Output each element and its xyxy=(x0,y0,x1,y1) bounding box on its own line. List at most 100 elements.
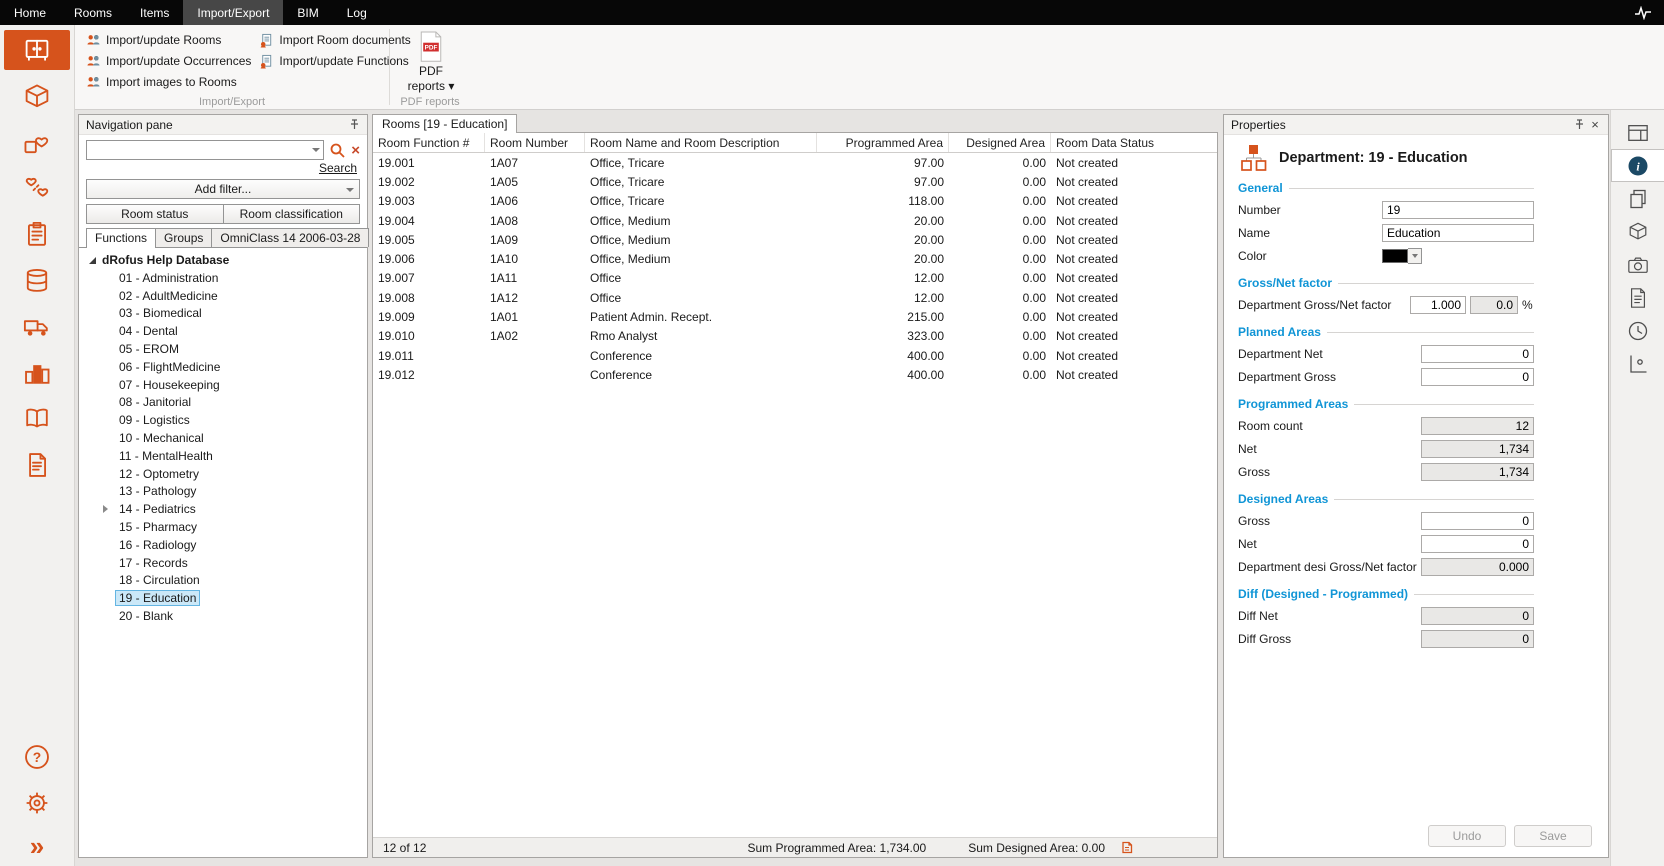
gross-net-factor-field[interactable] xyxy=(1410,296,1466,314)
settings-button[interactable] xyxy=(0,780,75,826)
designed-gross-field[interactable] xyxy=(1421,512,1534,530)
tree-item[interactable]: 07 - Housekeeping xyxy=(79,376,367,394)
activity-icon[interactable] xyxy=(1634,6,1652,20)
documents-panel-button[interactable] xyxy=(1611,182,1664,215)
search-dropdown-icon[interactable] xyxy=(312,148,320,152)
sidebar-logistics-button[interactable] xyxy=(0,304,75,350)
ribbon-button[interactable]: Import/update Rooms xyxy=(83,30,254,50)
menu-tab[interactable]: Items xyxy=(126,0,183,25)
tree-item[interactable]: 01 - Administration xyxy=(79,269,367,287)
table-row[interactable]: 19.012 Conference 400.00 0.00 Not create… xyxy=(373,365,1217,384)
layout-panel-button[interactable] xyxy=(1611,116,1664,149)
room-count-field[interactable] xyxy=(1421,417,1534,435)
table-row[interactable]: 19.006 1A10 Office, Medium 20.00 0.00 No… xyxy=(373,249,1217,268)
sidebar-reports-button[interactable] xyxy=(0,396,75,442)
plan-panel-button[interactable] xyxy=(1611,347,1664,380)
sidebar-occurrences-button[interactable] xyxy=(0,166,75,212)
diff-net-field[interactable] xyxy=(1421,607,1534,625)
search-input[interactable] xyxy=(86,140,324,160)
sidebar-room-function-button[interactable] xyxy=(0,120,75,166)
close-icon[interactable]: × xyxy=(1587,117,1603,133)
sidebar-items-button[interactable] xyxy=(0,74,75,120)
ribbon-button[interactable]: Import images to Rooms xyxy=(83,72,254,92)
sidebar-departments-button[interactable] xyxy=(0,350,75,396)
table-row[interactable]: 19.001 1A07 Office, Tricare 97.00 0.00 N… xyxy=(373,153,1217,172)
table-row[interactable]: 19.010 1A02 Rmo Analyst 323.00 0.00 Not … xyxy=(373,327,1217,346)
department-gross-field[interactable] xyxy=(1421,368,1534,386)
sidebar-rooms-button[interactable] xyxy=(4,30,70,70)
undo-button[interactable]: Undo xyxy=(1428,825,1506,847)
tree-item[interactable]: 11 - MentalHealth xyxy=(79,447,367,465)
column-header-room-data-status[interactable]: Room Data Status xyxy=(1051,133,1217,152)
department-net-field[interactable] xyxy=(1421,345,1534,363)
tree-item[interactable]: 19 - Education xyxy=(79,589,367,607)
name-field[interactable] xyxy=(1382,224,1534,242)
color-swatch[interactable] xyxy=(1382,249,1408,263)
programmed-net-field[interactable] xyxy=(1421,440,1534,458)
ribbon-button[interactable]: Import/update Occurrences xyxy=(83,51,254,71)
help-button[interactable]: ? xyxy=(0,734,75,780)
save-button[interactable]: Save xyxy=(1514,825,1592,847)
sidebar-database-button[interactable] xyxy=(0,258,75,304)
tree-item[interactable]: 14 - Pediatrics xyxy=(79,500,367,518)
color-dropdown-button[interactable] xyxy=(1408,248,1422,264)
table-row[interactable]: 19.004 1A08 Office, Medium 20.00 0.00 No… xyxy=(373,211,1217,230)
pin-icon[interactable] xyxy=(1571,117,1587,133)
diff-gross-field[interactable] xyxy=(1421,630,1534,648)
menu-tab[interactable]: Import/Export xyxy=(183,0,283,25)
table-row[interactable]: 19.005 1A09 Office, Medium 20.00 0.00 No… xyxy=(373,230,1217,249)
pdf-reports-button[interactable]: PDF PDF reports ▾ xyxy=(400,30,462,93)
clear-search-icon[interactable]: × xyxy=(351,143,360,158)
nav-tab[interactable]: Groups xyxy=(155,228,212,247)
sidebar-log-button[interactable] xyxy=(0,442,75,488)
table-row[interactable]: 19.002 1A05 Office, Tricare 97.00 0.00 N… xyxy=(373,172,1217,191)
menu-tab[interactable]: Log xyxy=(333,0,381,25)
column-header-designed-area[interactable]: Designed Area xyxy=(949,133,1051,152)
column-header-room-number[interactable]: Room Number xyxy=(485,133,585,152)
table-row[interactable]: 19.009 1A01 Patient Admin. Recept. 215.0… xyxy=(373,307,1217,326)
tree-item[interactable]: 15 - Pharmacy xyxy=(79,518,367,536)
images-panel-button[interactable] xyxy=(1611,248,1664,281)
room-classification-button[interactable]: Room classification xyxy=(223,204,361,224)
info-panel-button[interactable]: i xyxy=(1611,149,1664,182)
room-status-button[interactable]: Room status xyxy=(86,204,224,224)
table-row[interactable]: 19.003 1A06 Office, Tricare 118.00 0.00 … xyxy=(373,192,1217,211)
tree-item[interactable]: 16 - Radiology xyxy=(79,536,367,554)
sidebar-documents-button[interactable] xyxy=(0,212,75,258)
tree-item[interactable]: 08 - Janitorial xyxy=(79,394,367,412)
menu-tab[interactable]: BIM xyxy=(283,0,332,25)
tree-item[interactable]: 04 - Dental xyxy=(79,322,367,340)
tree-root[interactable]: dRofus Help Database xyxy=(79,251,367,269)
tree-item[interactable]: 17 - Records xyxy=(79,554,367,572)
column-header-programmed-area[interactable]: Programmed Area xyxy=(817,133,949,152)
rooms-document-tab[interactable]: Rooms [19 - Education] xyxy=(372,114,517,133)
table-row[interactable]: 19.011 Conference 400.00 0.00 Not create… xyxy=(373,346,1217,365)
tree-item[interactable]: 06 - FlightMedicine xyxy=(79,358,367,376)
programmed-gross-field[interactable] xyxy=(1421,463,1534,481)
expanded-arrow-icon[interactable] xyxy=(89,257,96,264)
column-header-room-name[interactable]: Room Name and Room Description xyxy=(585,133,817,152)
tree-item[interactable]: 05 - EROM xyxy=(79,340,367,358)
tree-item[interactable]: 13 - Pathology xyxy=(79,483,367,501)
tree-item[interactable]: 02 - AdultMedicine xyxy=(79,287,367,305)
designed-factor-field[interactable] xyxy=(1421,558,1534,576)
pin-icon[interactable] xyxy=(346,117,362,133)
tree-item[interactable]: 09 - Logistics xyxy=(79,411,367,429)
search-icon[interactable] xyxy=(329,142,346,159)
tree-item[interactable]: 18 - Circulation xyxy=(79,572,367,590)
history-panel-button[interactable] xyxy=(1611,314,1664,347)
designed-net-field[interactable] xyxy=(1421,535,1534,553)
tree-item[interactable]: 03 - Biomedical xyxy=(79,305,367,323)
tree-item[interactable]: 10 - Mechanical xyxy=(79,429,367,447)
menu-tab[interactable]: Home xyxy=(0,0,60,25)
search-link[interactable]: Search xyxy=(319,161,357,175)
menu-tab[interactable]: Rooms xyxy=(60,0,126,25)
number-field[interactable] xyxy=(1382,201,1534,219)
nav-tab[interactable]: OmniClass 14 2006-03-28 xyxy=(211,228,369,247)
tree-item[interactable]: 20 - Blank xyxy=(79,607,367,625)
collapse-sidebar-button[interactable]: » xyxy=(0,826,75,866)
collapsed-arrow-icon[interactable] xyxy=(103,505,115,513)
table-row[interactable]: 19.007 1A11 Office 12.00 0.00 Not create… xyxy=(373,269,1217,288)
nav-tab[interactable]: Functions xyxy=(86,228,156,248)
reports-panel-button[interactable] xyxy=(1611,281,1664,314)
